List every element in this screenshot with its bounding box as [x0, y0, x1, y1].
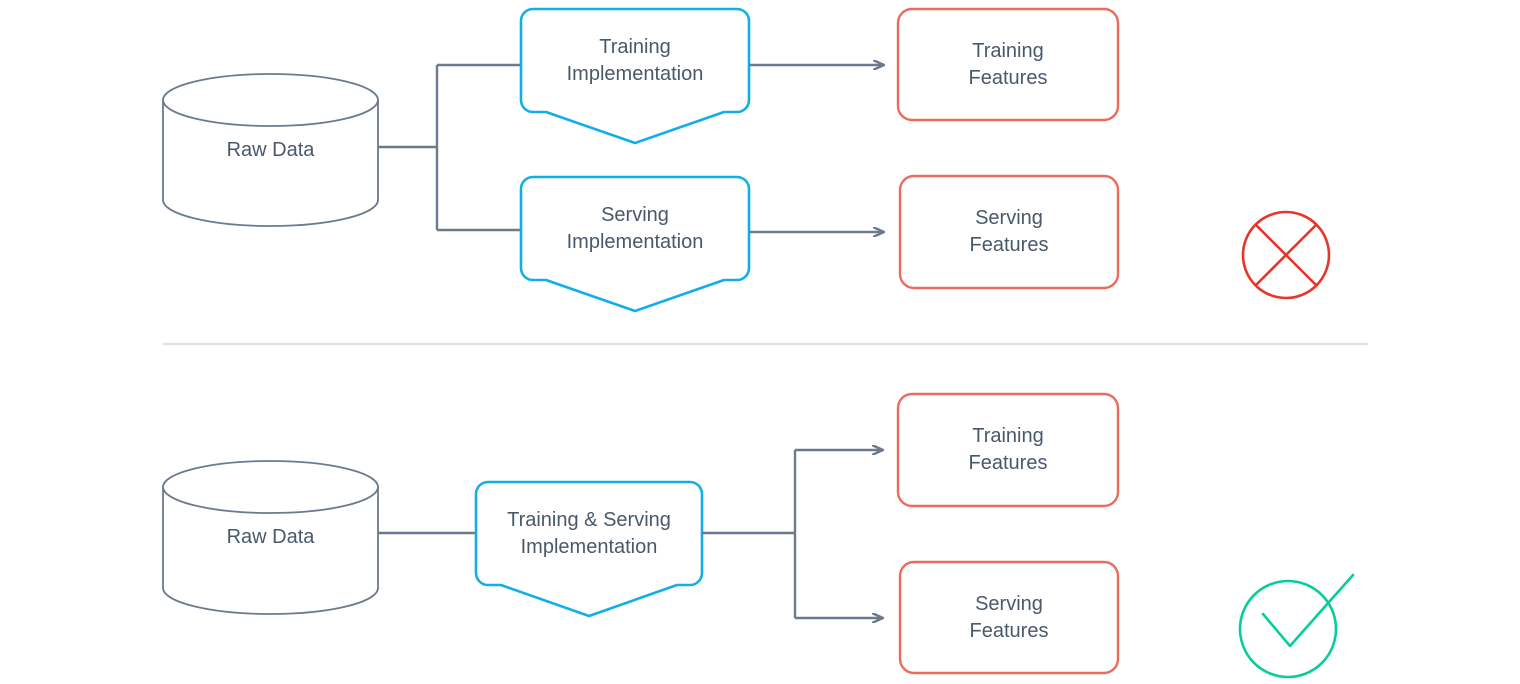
raw-data-cylinder-top [162, 73, 379, 227]
connector-process-split-bottom [702, 450, 883, 618]
training-features-box-top[interactable] [896, 7, 1120, 122]
diagram-canvas: Raw Data Training Implementation Serving… [0, 0, 1520, 684]
verdict-bad-icon [1241, 210, 1331, 300]
serving-implementation-node[interactable] [519, 175, 751, 313]
raw-data-cylinder-bottom [162, 460, 379, 615]
training-features-box-bottom[interactable] [896, 392, 1120, 508]
serving-features-box-top[interactable] [898, 174, 1120, 290]
training-implementation-node[interactable] [519, 7, 751, 145]
connector-source-split-top [378, 63, 521, 232]
diagram-svg [162, 7, 1368, 679]
serving-features-box-bottom[interactable] [898, 560, 1120, 675]
verdict-good-icon [1238, 573, 1355, 679]
training-serving-implementation-node[interactable] [474, 480, 704, 618]
